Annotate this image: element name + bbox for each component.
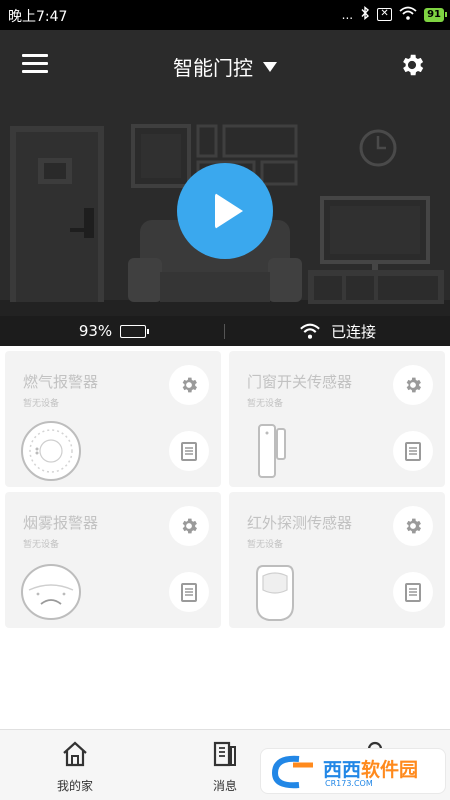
infrared-sensor-image bbox=[256, 565, 294, 621]
gear-icon bbox=[403, 54, 424, 76]
watermark-icon bbox=[271, 755, 313, 789]
device-card-gas-alarm[interactable]: 燃气报警器 暂无设备 bbox=[5, 351, 221, 487]
page-title: 智能门控 bbox=[173, 56, 253, 80]
wifi-icon bbox=[399, 6, 417, 23]
log-icon bbox=[181, 583, 197, 602]
door-sensor-image bbox=[258, 424, 286, 478]
dots-icon: ... bbox=[341, 7, 354, 22]
gas-alarm-image bbox=[21, 421, 81, 481]
smoke-alarm-image bbox=[21, 564, 81, 620]
battery-icon: 91 bbox=[424, 7, 447, 22]
log-icon bbox=[405, 442, 421, 461]
app-header: 智能门控 bbox=[0, 30, 450, 100]
device-settings-button[interactable] bbox=[169, 506, 209, 546]
device-log-button[interactable] bbox=[393, 572, 433, 612]
device-name: 门窗开关传感器 bbox=[247, 373, 353, 391]
home-icon bbox=[63, 741, 87, 767]
device-settings-button[interactable] bbox=[169, 365, 209, 405]
device-name: 燃气报警器 bbox=[23, 373, 99, 391]
device-card-door-sensor[interactable]: 门窗开关传感器 暂无设备 bbox=[229, 351, 445, 487]
message-icon bbox=[213, 741, 236, 767]
settings-button[interactable] bbox=[398, 51, 426, 79]
log-icon bbox=[405, 583, 421, 602]
log-icon bbox=[181, 442, 197, 461]
watermark-logo: 西西软件园 CR173.COM bbox=[260, 748, 446, 794]
gear-icon bbox=[406, 518, 421, 534]
device-name: 红外探测传感器 bbox=[247, 514, 353, 532]
device-status: 暂无设备 bbox=[247, 540, 284, 550]
device-log-button[interactable] bbox=[169, 572, 209, 612]
info-bar: 93% 已连接 bbox=[0, 316, 450, 346]
wifi-icon bbox=[300, 323, 320, 339]
gear-icon bbox=[182, 518, 197, 534]
x-icon: ✕ bbox=[377, 8, 393, 21]
battery-level-icon bbox=[120, 324, 150, 338]
device-settings-button[interactable] bbox=[393, 506, 433, 546]
hero-panel: 智能门控 93% 已连接 bbox=[0, 30, 450, 346]
device-status: 暂无设备 bbox=[23, 399, 60, 409]
status-icons: ... ✕ 91 bbox=[341, 6, 447, 23]
battery-percent: 93% bbox=[78, 322, 113, 340]
device-log-button[interactable] bbox=[169, 431, 209, 471]
device-status: 暂无设备 bbox=[23, 540, 60, 550]
caret-down-icon bbox=[263, 61, 277, 72]
status-time: 晚上7:47 bbox=[8, 9, 68, 25]
play-button[interactable] bbox=[177, 163, 273, 259]
gear-icon bbox=[406, 377, 421, 393]
nav-home[interactable]: 我的家 bbox=[0, 730, 150, 800]
connection-status: 已连接 bbox=[330, 322, 376, 341]
device-log-button[interactable] bbox=[393, 431, 433, 471]
status-bar: 晚上7:47 ... ✕ 91 bbox=[0, 0, 450, 30]
gear-icon bbox=[182, 377, 197, 393]
nav-label: 我的家 bbox=[56, 779, 93, 793]
play-icon bbox=[215, 193, 243, 229]
device-selector[interactable]: 智能门控 bbox=[173, 52, 277, 81]
device-name: 烟雾报警器 bbox=[23, 514, 99, 532]
bluetooth-icon bbox=[360, 6, 370, 23]
device-card-infrared-sensor[interactable]: 红外探测传感器 暂无设备 bbox=[229, 492, 445, 628]
device-settings-button[interactable] bbox=[393, 365, 433, 405]
device-grid: 燃气报警器 暂无设备 门窗开关传感器 暂无设备 烟雾报警器 暂无设备 红外探测传… bbox=[0, 346, 450, 633]
device-card-smoke-alarm[interactable]: 烟雾报警器 暂无设备 bbox=[5, 492, 221, 628]
device-status: 暂无设备 bbox=[247, 399, 284, 409]
